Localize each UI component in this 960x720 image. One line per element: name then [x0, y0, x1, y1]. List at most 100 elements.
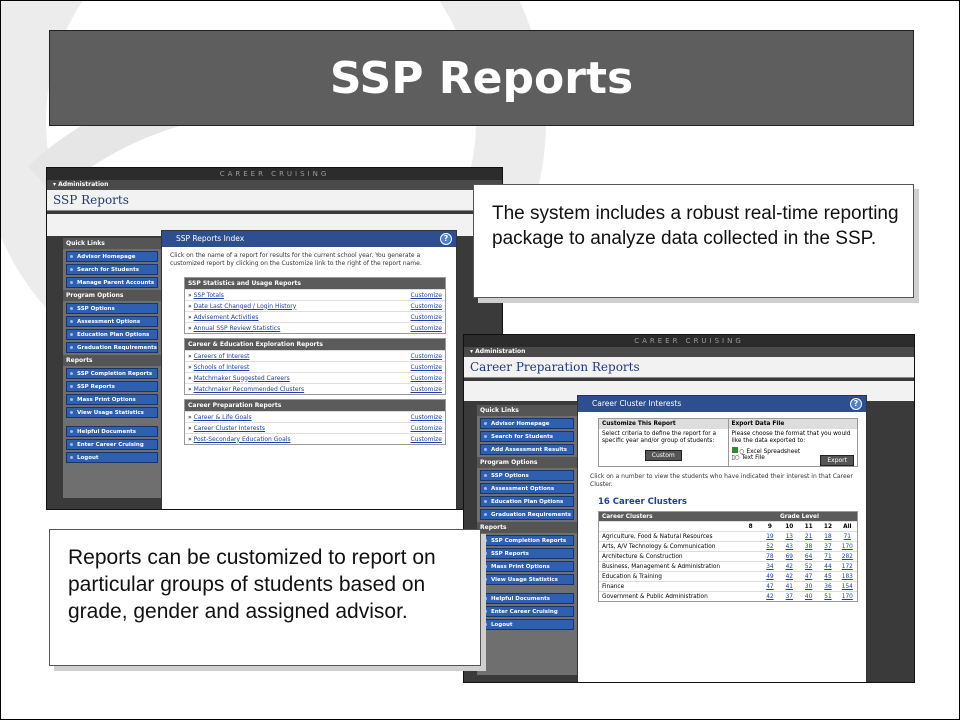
- count-link[interactable]: 71: [818, 552, 837, 561]
- count-link[interactable]: 40: [799, 592, 818, 601]
- customize-link[interactable]: Customize: [411, 325, 443, 332]
- report-link[interactable]: Career & Life Goals: [194, 414, 252, 421]
- report-link[interactable]: Schools of Interest: [194, 364, 250, 371]
- nav-button[interactable]: Graduation Requirements: [480, 509, 574, 520]
- count-link[interactable]: 41: [780, 582, 799, 591]
- count-link[interactable]: 49: [760, 572, 779, 581]
- report-link[interactable]: Career Cluster Interests: [194, 425, 265, 432]
- count-link[interactable]: 13: [780, 532, 799, 541]
- nav-button[interactable]: Education Plan Options: [66, 329, 158, 340]
- instructions: Click on a number to view the students w…: [590, 473, 853, 488]
- report-link[interactable]: Advisement Activities: [194, 314, 259, 321]
- nav-button[interactable]: Manage Parent Accounts: [66, 277, 158, 288]
- count-link[interactable]: 30: [799, 582, 818, 591]
- export-button[interactable]: Export: [820, 455, 854, 466]
- count-link[interactable]: 47: [799, 572, 818, 581]
- customize-link[interactable]: Customize: [411, 375, 443, 382]
- count-link[interactable]: [741, 562, 760, 571]
- count-link[interactable]: 69: [780, 552, 799, 561]
- nav-button[interactable]: Mass Print Options: [66, 394, 158, 405]
- nav-button[interactable]: Assessment Options: [480, 483, 574, 494]
- count-link[interactable]: 52: [799, 562, 818, 571]
- count-link[interactable]: 36: [818, 582, 837, 591]
- customize-link[interactable]: Customize: [411, 425, 443, 432]
- customize-link[interactable]: Customize: [411, 292, 443, 299]
- count-link[interactable]: 34: [760, 562, 779, 571]
- count-link[interactable]: [741, 532, 760, 541]
- report-link[interactable]: Matchmaker Suggested Careers: [194, 375, 290, 382]
- customize-link[interactable]: Customize: [411, 364, 443, 371]
- count-link[interactable]: 71: [838, 532, 857, 541]
- customize-link[interactable]: Customize: [411, 436, 443, 443]
- nav-button[interactable]: SSP Options: [66, 303, 158, 314]
- nav-button[interactable]: Education Plan Options: [480, 496, 574, 507]
- nav-button[interactable]: View Usage Statistics: [66, 407, 158, 418]
- nav-button[interactable]: Search for Students: [480, 431, 574, 442]
- count-link[interactable]: [741, 542, 760, 551]
- count-link[interactable]: [741, 582, 760, 591]
- customize-link[interactable]: Customize: [411, 314, 443, 321]
- nav-button[interactable]: Enter Career Cruising: [480, 606, 574, 617]
- count-link[interactable]: 78: [760, 552, 779, 561]
- nav-button[interactable]: Enter Career Cruising: [66, 439, 158, 450]
- nav-button[interactable]: Add Assessment Results: [480, 444, 574, 455]
- customize-link[interactable]: Customize: [411, 353, 443, 360]
- report-link[interactable]: Annual SSP Review Statistics: [194, 325, 281, 332]
- nav-button[interactable]: Helpful Documents: [66, 426, 158, 437]
- report-link[interactable]: Date Last Changed / Login History: [194, 303, 297, 310]
- nav-button[interactable]: Advisor Homepage: [66, 251, 158, 262]
- nav-button[interactable]: Mass Print Options: [480, 561, 574, 572]
- count-link[interactable]: 282: [838, 552, 857, 561]
- nav-button[interactable]: SSP Completion Reports: [480, 535, 574, 546]
- count-link[interactable]: 51: [818, 592, 837, 601]
- custom-button[interactable]: Custom: [644, 450, 682, 461]
- help-icon[interactable]: ?: [850, 398, 862, 410]
- count-link[interactable]: 44: [818, 562, 837, 571]
- count-link[interactable]: 154: [838, 582, 857, 591]
- nav-button[interactable]: Search for Students: [66, 264, 158, 275]
- nav-button[interactable]: SSP Reports: [66, 381, 158, 392]
- count-link[interactable]: 38: [799, 542, 818, 551]
- count-link[interactable]: 21: [799, 532, 818, 541]
- nav-button[interactable]: Graduation Requirements: [66, 342, 158, 353]
- nav-button[interactable]: Helpful Documents: [480, 593, 574, 604]
- count-link[interactable]: 170: [838, 592, 857, 601]
- customize-link[interactable]: Customize: [411, 386, 443, 393]
- export-option-text[interactable]: ▯○ Text File Export: [729, 455, 858, 466]
- nav-button[interactable]: View Usage Statistics: [480, 574, 574, 585]
- count-link[interactable]: 47: [760, 582, 779, 591]
- nav-button[interactable]: SSP Options: [480, 470, 574, 481]
- report-link[interactable]: Post-Secondary Education Goals: [194, 436, 291, 443]
- count-link[interactable]: [741, 572, 760, 581]
- count-link[interactable]: 18: [818, 532, 837, 541]
- nav-button[interactable]: Logout: [66, 452, 158, 463]
- count-link[interactable]: 37: [818, 542, 837, 551]
- export-option-excel[interactable]: ○ Excel Spreadsheet: [729, 447, 858, 455]
- count-link[interactable]: 52: [760, 542, 779, 551]
- report-link[interactable]: Matchmaker Recommended Clusters: [194, 386, 305, 393]
- count-link[interactable]: 19: [760, 532, 779, 541]
- nav-button[interactable]: Advisor Homepage: [480, 418, 574, 429]
- count-link[interactable]: 64: [799, 552, 818, 561]
- count-link[interactable]: 42: [760, 592, 779, 601]
- grade-header: 11: [804, 523, 813, 530]
- nav-button[interactable]: Assessment Options: [66, 316, 158, 327]
- count-link[interactable]: 45: [818, 572, 837, 581]
- count-link[interactable]: 170: [838, 542, 857, 551]
- count-link[interactable]: [741, 552, 760, 561]
- count-link[interactable]: 42: [780, 562, 799, 571]
- nav-button[interactable]: SSP Reports: [480, 548, 574, 559]
- nav-button[interactable]: SSP Completion Reports: [66, 368, 158, 379]
- count-link[interactable]: 37: [780, 592, 799, 601]
- report-link[interactable]: Careers of Interest: [194, 353, 250, 360]
- count-link[interactable]: 42: [780, 572, 799, 581]
- customize-link[interactable]: Customize: [411, 303, 443, 310]
- customize-link[interactable]: Customize: [411, 414, 443, 421]
- count-link[interactable]: 43: [780, 542, 799, 551]
- nav-button[interactable]: Logout: [480, 619, 574, 630]
- help-icon[interactable]: ?: [440, 233, 452, 245]
- count-link[interactable]: [741, 592, 760, 601]
- count-link[interactable]: 172: [838, 562, 857, 571]
- report-link[interactable]: SSP Totals: [194, 292, 224, 299]
- count-link[interactable]: 183: [838, 572, 857, 581]
